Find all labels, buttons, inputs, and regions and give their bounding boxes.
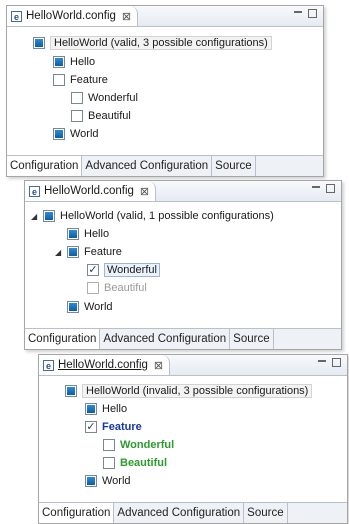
tree-root[interactable]: HelloWorld (valid, 3 possible configurat… xyxy=(33,35,272,51)
maximize-icon[interactable] xyxy=(332,358,341,367)
editor-tab[interactable]: e HelloWorld.config ⊠ xyxy=(7,6,139,26)
beautiful-label: Beautiful xyxy=(88,110,131,122)
editor-page-tabs: Configuration Advanced Configuration Sou… xyxy=(39,502,347,523)
wonderful-label: Wonderful xyxy=(120,439,175,451)
editor-titlebar: e HelloWorld.config ⊠ xyxy=(25,181,341,202)
wonderful-label: Wonderful xyxy=(88,92,138,104)
tab-title: HelloWorld.config xyxy=(26,10,116,22)
config-file-icon: e xyxy=(43,359,54,371)
editor-tab[interactable]: e HelloWorld.config ⊠ xyxy=(39,355,171,375)
tab-source[interactable]: Source xyxy=(212,156,256,176)
world-checkbox[interactable] xyxy=(67,301,79,313)
minimize-icon[interactable] xyxy=(318,360,326,368)
tree-item-hello[interactable]: Hello xyxy=(53,54,95,70)
tree-item-beautiful[interactable]: Beautiful xyxy=(71,108,131,124)
close-icon[interactable]: ⊠ xyxy=(140,185,149,198)
hello-checkbox[interactable] xyxy=(53,56,65,68)
tab-title: HelloWorld.config xyxy=(58,359,148,371)
editor-tab[interactable]: e HelloWorld.config ⊠ xyxy=(25,181,157,201)
feature-label: Feature xyxy=(70,74,108,86)
hello-checkbox[interactable] xyxy=(85,403,97,415)
beautiful-checkbox[interactable] xyxy=(103,457,115,469)
editor-panel-1: e HelloWorld.config ⊠ HelloWorld (valid,… xyxy=(6,5,324,177)
tab-advanced-configuration[interactable]: Advanced Configuration xyxy=(114,503,245,523)
tree-item-wonderful[interactable]: Wonderful xyxy=(71,90,138,106)
maximize-icon[interactable] xyxy=(326,184,335,193)
beautiful-checkbox[interactable] xyxy=(71,110,83,122)
tree-item-beautiful[interactable]: Beautiful xyxy=(87,280,147,296)
tree-item-world[interactable]: World xyxy=(67,299,113,315)
world-label: World xyxy=(102,475,131,487)
feature-label: Feature xyxy=(84,246,122,258)
feature-tree: HelloWorld (invalid, 3 possible configur… xyxy=(39,376,347,502)
config-file-icon: e xyxy=(11,10,22,22)
tab-configuration[interactable]: Configuration xyxy=(7,156,83,176)
beautiful-label: Beautiful xyxy=(104,282,147,294)
expand-triangle-icon[interactable]: ◢ xyxy=(31,212,41,221)
editor-titlebar: e HelloWorld.config ⊠ xyxy=(7,6,323,27)
maximize-icon[interactable] xyxy=(308,9,317,18)
tree-item-feature[interactable]: ◢ Feature xyxy=(55,244,122,260)
tab-title: HelloWorld.config xyxy=(44,185,134,197)
expand-triangle-icon[interactable]: ◢ xyxy=(55,248,65,257)
root-checkbox[interactable] xyxy=(43,210,55,222)
wonderful-checkbox[interactable] xyxy=(103,439,115,451)
beautiful-label: Beautiful xyxy=(120,457,168,469)
wonderful-checkbox-checked[interactable]: ✓ xyxy=(87,264,99,276)
feature-tree: ◢ HelloWorld (valid, 1 possible configur… xyxy=(25,202,341,328)
tree-item-world[interactable]: World xyxy=(53,126,99,142)
minimize-icon[interactable] xyxy=(312,186,320,194)
beautiful-checkbox[interactable] xyxy=(87,282,99,294)
tab-source[interactable]: Source xyxy=(230,329,274,349)
feature-checkbox-checked[interactable]: ✓ xyxy=(85,421,97,433)
tree-root[interactable]: HelloWorld (invalid, 3 possible configur… xyxy=(65,383,313,399)
world-label: World xyxy=(70,128,99,140)
editor-panel-2: e HelloWorld.config ⊠ ◢ HelloWorld (vali… xyxy=(24,180,342,350)
hello-checkbox[interactable] xyxy=(67,228,79,240)
config-file-icon: e xyxy=(29,185,40,197)
tree-item-wonderful[interactable]: ✓ Wonderful xyxy=(87,262,160,278)
editor-page-tabs: Configuration Advanced Configuration Sou… xyxy=(7,155,323,176)
wonderful-label: Wonderful xyxy=(104,263,160,277)
tab-advanced-configuration[interactable]: Advanced Configuration xyxy=(82,156,213,176)
tree-item-beautiful[interactable]: Beautiful xyxy=(103,455,167,471)
tree-item-world[interactable]: World xyxy=(85,473,131,489)
tab-configuration[interactable]: Configuration xyxy=(39,503,115,523)
wonderful-checkbox[interactable] xyxy=(71,92,83,104)
editor-titlebar: e HelloWorld.config ⊠ xyxy=(39,355,347,376)
close-icon[interactable]: ⊠ xyxy=(122,10,131,23)
feature-tree: HelloWorld (valid, 3 possible configurat… xyxy=(7,27,323,155)
root-label: HelloWorld (valid, 3 possible configurat… xyxy=(50,36,272,50)
hello-label: Hello xyxy=(102,403,128,415)
root-label: HelloWorld (valid, 1 possible configurat… xyxy=(60,210,274,222)
root-label: HelloWorld (invalid, 3 possible configur… xyxy=(82,384,313,398)
world-checkbox[interactable] xyxy=(53,128,65,140)
world-checkbox[interactable] xyxy=(85,475,97,487)
feature-label: Feature xyxy=(102,421,142,433)
tab-configuration[interactable]: Configuration xyxy=(25,329,101,349)
minimize-icon[interactable] xyxy=(294,11,302,19)
hello-label: Hello xyxy=(84,228,110,240)
editor-page-tabs: Configuration Advanced Configuration Sou… xyxy=(25,328,341,349)
close-icon[interactable]: ⊠ xyxy=(154,359,163,372)
tree-item-feature[interactable]: Feature xyxy=(53,72,108,88)
editor-panel-3: e HelloWorld.config ⊠ HelloWorld (invali… xyxy=(38,354,348,524)
feature-checkbox[interactable] xyxy=(53,74,65,86)
tab-advanced-configuration[interactable]: Advanced Configuration xyxy=(100,329,231,349)
world-label: World xyxy=(84,301,113,313)
tree-item-hello[interactable]: Hello xyxy=(85,401,127,417)
tree-item-wonderful[interactable]: Wonderful xyxy=(103,437,174,453)
tree-item-hello[interactable]: Hello xyxy=(67,226,109,242)
root-checkbox[interactable] xyxy=(65,385,77,397)
tree-item-feature[interactable]: ✓ Feature xyxy=(85,419,142,435)
tree-root[interactable]: ◢ HelloWorld (valid, 1 possible configur… xyxy=(31,208,274,224)
hello-label: Hello xyxy=(70,56,96,68)
tab-source[interactable]: Source xyxy=(244,503,288,523)
feature-checkbox[interactable] xyxy=(67,246,79,258)
root-checkbox[interactable] xyxy=(33,37,45,49)
